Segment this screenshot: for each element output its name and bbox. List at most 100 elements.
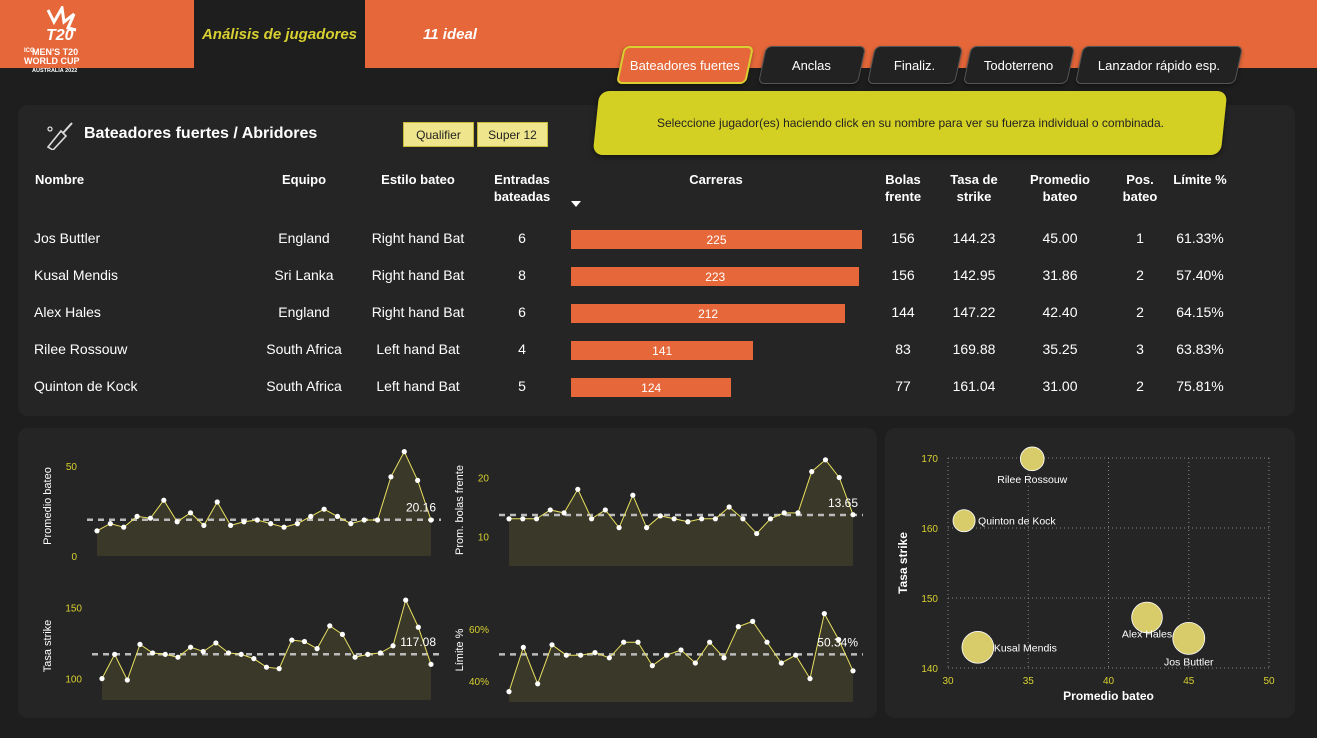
data-point[interactable] <box>174 519 180 525</box>
data-point[interactable] <box>712 516 719 522</box>
data-point[interactable] <box>200 648 206 655</box>
data-point[interactable] <box>707 639 713 645</box>
player-name[interactable]: Alex Hales <box>34 304 101 320</box>
data-point[interactable] <box>535 681 541 687</box>
data-point[interactable] <box>754 530 760 537</box>
data-point[interactable] <box>750 618 756 624</box>
data-point[interactable] <box>268 521 274 527</box>
data-point[interactable] <box>99 676 105 682</box>
data-point[interactable] <box>238 651 244 657</box>
data-point[interactable] <box>112 651 118 657</box>
data-point[interactable] <box>635 639 641 645</box>
role-button-all-rounders[interactable]: Todoterreno <box>962 46 1076 84</box>
role-button-strong-batters[interactable]: Bateadores fuertes <box>615 46 755 84</box>
tab-ideal-eleven[interactable]: 11 ideal <box>390 0 510 68</box>
data-point[interactable] <box>616 525 622 531</box>
data-point[interactable] <box>415 624 421 630</box>
data-point[interactable] <box>339 631 346 637</box>
data-point[interactable] <box>415 477 421 483</box>
data-point[interactable] <box>187 644 194 650</box>
header-batting-position[interactable]: Pos. bateo <box>1115 171 1165 205</box>
data-point[interactable] <box>850 512 856 518</box>
header-batting-average[interactable]: Promedio bateo <box>1020 171 1100 205</box>
header-strike-rate[interactable]: Tasa de strike <box>939 171 1009 205</box>
data-point[interactable] <box>563 652 569 658</box>
data-point[interactable] <box>403 597 409 603</box>
data-point[interactable] <box>201 522 207 528</box>
data-point[interactable] <box>821 611 827 617</box>
data-point[interactable] <box>147 515 154 521</box>
data-point[interactable] <box>678 647 684 653</box>
data-point[interactable] <box>588 516 595 522</box>
data-point[interactable] <box>352 654 358 660</box>
data-point[interactable] <box>520 644 526 650</box>
data-point[interactable] <box>137 641 143 647</box>
data-point[interactable] <box>214 499 220 505</box>
data-point[interactable] <box>547 507 553 513</box>
data-point[interactable] <box>327 623 333 629</box>
data-point[interactable] <box>621 639 627 645</box>
data-point[interactable] <box>365 651 371 657</box>
data-point[interactable] <box>241 519 247 525</box>
data-point[interactable] <box>664 652 670 658</box>
data-point[interactable] <box>795 510 801 516</box>
data-point[interactable] <box>276 666 282 672</box>
data-point[interactable] <box>764 639 770 645</box>
header-name[interactable]: Nombre <box>35 171 84 188</box>
data-point[interactable] <box>314 646 320 652</box>
role-button-anchors[interactable]: Anclas <box>757 46 867 84</box>
data-point[interactable] <box>506 516 512 522</box>
data-point[interactable] <box>428 517 434 523</box>
header-team[interactable]: Equipo <box>264 171 344 188</box>
data-point[interactable] <box>807 676 813 682</box>
data-point[interactable] <box>294 521 300 527</box>
player-name[interactable]: Jos Buttler <box>34 230 100 246</box>
data-point[interactable] <box>225 650 232 656</box>
data-point[interactable] <box>388 474 394 480</box>
data-point[interactable] <box>592 650 598 656</box>
data-point[interactable] <box>685 519 691 525</box>
data-point[interactable] <box>578 652 584 658</box>
data-point[interactable] <box>630 492 636 498</box>
data-point[interactable] <box>121 524 127 530</box>
data-point[interactable] <box>107 521 113 527</box>
filter-qualifier-button[interactable]: Qualifier <box>403 122 474 147</box>
header-boundary-pct[interactable]: Límite % <box>1168 171 1232 188</box>
data-point[interactable] <box>726 504 732 510</box>
data-point[interactable] <box>822 457 829 463</box>
data-point[interactable] <box>520 516 526 522</box>
filter-super12-button[interactable]: Super 12 <box>477 122 548 147</box>
data-point[interactable] <box>735 624 741 630</box>
data-point[interactable] <box>334 513 341 519</box>
data-point[interactable] <box>213 640 219 646</box>
data-point[interactable] <box>361 517 367 523</box>
scatter-point[interactable] <box>961 631 995 664</box>
data-point[interactable] <box>506 689 512 695</box>
data-point[interactable] <box>321 506 327 512</box>
data-point[interactable] <box>94 528 100 534</box>
data-point[interactable] <box>533 516 540 522</box>
data-point[interactable] <box>767 516 774 522</box>
player-name[interactable]: Kusal Mendis <box>34 267 118 283</box>
data-point[interactable] <box>428 661 434 667</box>
data-point[interactable] <box>401 449 407 455</box>
data-point[interactable] <box>263 664 270 670</box>
data-point[interactable] <box>228 522 234 528</box>
data-point[interactable] <box>606 655 612 661</box>
data-point[interactable] <box>124 677 130 683</box>
data-point[interactable] <box>699 516 705 522</box>
header-balls-faced[interactable]: Bolas frente <box>873 171 933 205</box>
scatter-point[interactable] <box>952 509 976 533</box>
data-point[interactable] <box>549 642 555 648</box>
data-point[interactable] <box>778 660 784 666</box>
data-point[interactable] <box>809 469 815 475</box>
data-point[interactable] <box>374 517 381 523</box>
data-point[interactable] <box>289 637 295 643</box>
player-name[interactable]: Quinton de Kock <box>34 378 138 394</box>
data-point[interactable] <box>175 654 181 660</box>
data-point[interactable] <box>836 474 842 481</box>
data-point[interactable] <box>721 655 727 661</box>
data-point[interactable] <box>150 650 156 656</box>
data-point[interactable] <box>644 525 650 531</box>
header-batting-style[interactable]: Estilo bateo <box>368 171 468 188</box>
